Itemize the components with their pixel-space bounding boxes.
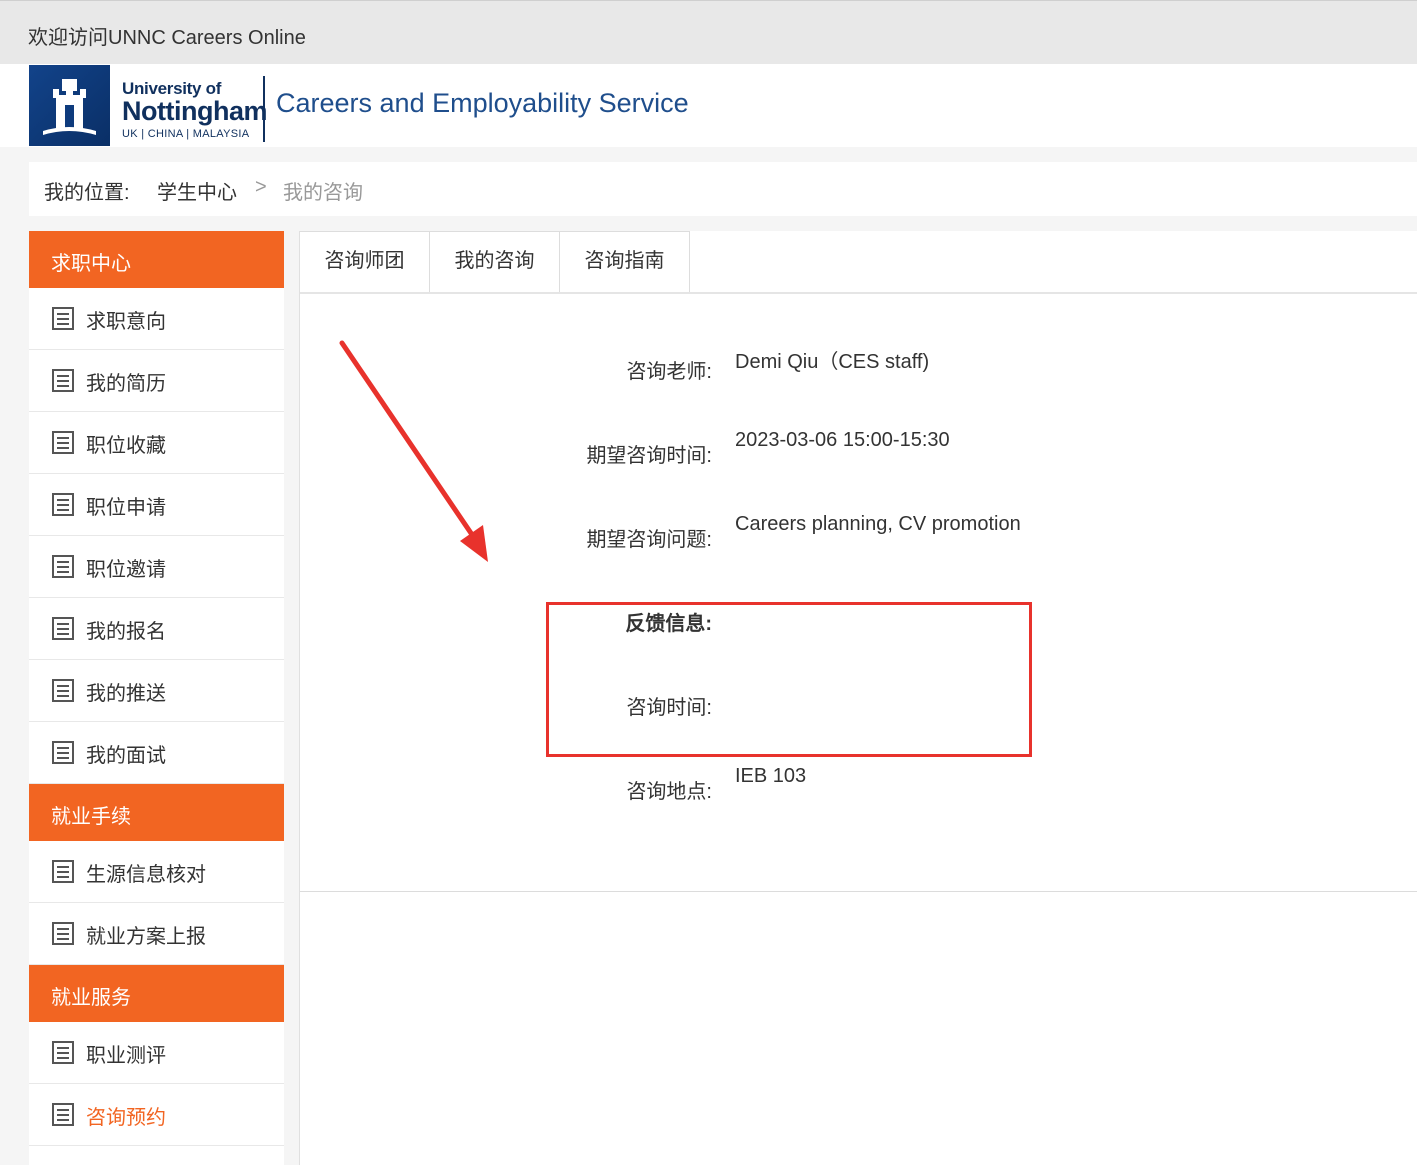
tab-bar: 咨询师团 我的咨询 咨询指南 — [300, 231, 1417, 294]
sidebar-item-label: 职业测评 — [86, 1045, 166, 1067]
sidebar-item[interactable]: 职位申请 — [29, 474, 284, 536]
document-list-icon — [52, 493, 74, 516]
site-header: University of Nottingham UK | CHINA | MA… — [0, 64, 1417, 147]
sidebar-item[interactable]: 生源信息核对 — [29, 841, 284, 903]
document-list-icon — [52, 922, 74, 945]
advisor-label: 咨询老师: — [626, 361, 712, 383]
sidebar-item[interactable]: 咨询预约 — [29, 1084, 284, 1146]
sidebar-item[interactable]: 求职意向 — [29, 288, 284, 350]
sidebar-item-label: 求职意向 — [86, 311, 166, 333]
sidebar-item-label: 我的报名 — [86, 621, 166, 643]
advisor-value: Demi Qiu（CES staff) — [735, 351, 930, 373]
header-divider — [263, 76, 265, 142]
sidebar-section-header: 就业服务 — [29, 965, 284, 1022]
sidebar-item-label: 就业方案上报 — [86, 926, 206, 948]
sidebar-item[interactable]: 我的报名 — [29, 598, 284, 660]
sidebar-item[interactable]: 职位收藏 — [29, 412, 284, 474]
uni-line1: University of — [122, 79, 222, 98]
document-list-icon — [52, 307, 74, 330]
uni-line3: UK | CHINA | MALAYSIA — [122, 128, 250, 140]
breadcrumb-student-center-link[interactable]: 学生中心 — [157, 176, 237, 205]
annotation-highlight-box — [546, 602, 1032, 757]
document-list-icon — [52, 431, 74, 454]
castle-icon — [43, 79, 96, 135]
sidebar-item-label: 咨询预约 — [86, 1107, 166, 1129]
document-list-icon — [52, 617, 74, 640]
breadcrumb-label: 我的位置: — [44, 182, 130, 204]
sidebar-item[interactable]: 职业测评 — [29, 1022, 284, 1084]
tab-advisors[interactable]: 咨询师团 — [300, 231, 430, 292]
sidebar-section-header: 就业手续 — [29, 784, 284, 841]
tab-consultation-guide[interactable]: 咨询指南 — [560, 231, 690, 292]
sidebar-item-label: 职位申请 — [86, 497, 166, 519]
sidebar-section-header: 求职中心 — [29, 231, 284, 288]
document-list-icon — [52, 741, 74, 764]
sidebar-item[interactable]: 就业方案上报 — [29, 903, 284, 965]
sidebar-nav: 求职中心求职意向我的简历职位收藏职位申请职位邀请我的报名我的推送我的面试就业手续… — [29, 231, 284, 1165]
breadcrumb-current-page: 我的咨询 — [283, 182, 363, 204]
sidebar-item-label: 职位邀请 — [86, 559, 166, 581]
location-label: 咨询地点: — [626, 781, 712, 803]
breadcrumb: 我的位置: 学生中心 > 我的咨询 — [29, 162, 1417, 216]
expected-topic-label: 期望咨询问题: — [586, 529, 712, 551]
sidebar-item-label: 我的推送 — [86, 683, 166, 705]
sidebar-item[interactable]: 我的简历 — [29, 350, 284, 412]
document-list-icon — [52, 860, 74, 883]
sidebar-item[interactable]: 我的面试 — [29, 722, 284, 784]
university-wordmark: University of Nottingham UK | CHINA | MA… — [122, 80, 267, 140]
sidebar-item-label: 我的简历 — [86, 373, 166, 395]
breadcrumb-separator: > — [255, 176, 267, 198]
location-value: IEB 103 — [735, 765, 807, 787]
welcome-text: 欢迎访问UNNC Careers Online — [28, 27, 306, 49]
content-panel-bottom-border — [300, 891, 1417, 892]
service-title: Careers and Employability Service — [276, 88, 689, 118]
expected-time-value: 2023-03-06 15:00-15:30 — [735, 429, 950, 451]
sidebar-item-label: 我的面试 — [86, 745, 166, 767]
document-list-icon — [52, 1041, 74, 1064]
sidebar-item-label: 职位收藏 — [86, 435, 166, 457]
tab-my-consultation[interactable]: 我的咨询 — [430, 231, 560, 292]
top-welcome-bar: 欢迎访问UNNC Careers Online — [0, 0, 1417, 64]
uni-line2: Nottingham — [122, 96, 267, 126]
sidebar-item[interactable]: 职位邀请 — [29, 536, 284, 598]
document-list-icon — [52, 369, 74, 392]
expected-time-label: 期望咨询时间: — [586, 445, 712, 467]
sidebar-item[interactable]: 我的推送 — [29, 660, 284, 722]
document-list-icon — [52, 1103, 74, 1126]
university-crest-logo[interactable] — [29, 65, 110, 146]
document-list-icon — [52, 679, 74, 702]
document-list-icon — [52, 555, 74, 578]
annotation-arrow-icon — [339, 340, 488, 562]
expected-topic-value: Careers planning, CV promotion — [735, 513, 1021, 535]
sidebar-item-label: 生源信息核对 — [86, 864, 206, 886]
